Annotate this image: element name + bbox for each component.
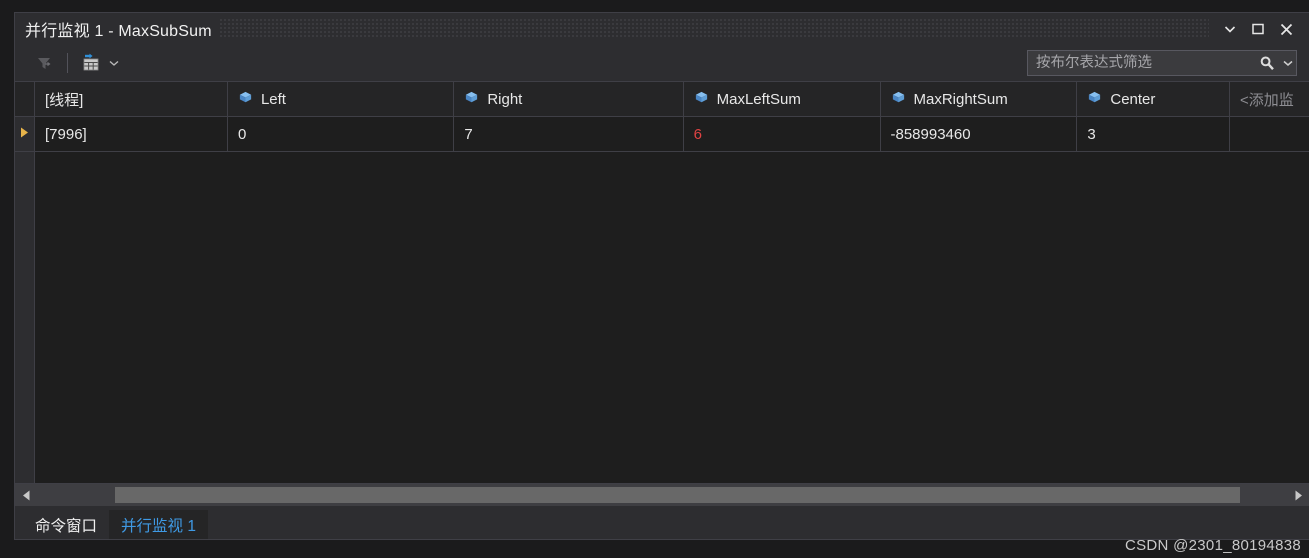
cell-thread[interactable]: [7996] [35,117,228,151]
header-gutter [15,82,35,116]
variable-cube-icon [464,90,479,109]
window-menu-dropdown-icon[interactable] [1217,17,1243,41]
column-header-add-watch[interactable]: <添加监 [1230,82,1309,116]
current-row-arrow-icon [20,125,29,143]
scrollbar-track[interactable] [37,484,1287,506]
toolbar [15,45,1309,81]
scroll-right-arrow-icon[interactable] [1287,484,1309,506]
column-header-right[interactable]: Right [454,82,684,116]
column-header-left[interactable]: Left [228,82,455,116]
window-controls [1217,17,1299,41]
column-header-label: [线程] [45,91,84,109]
scroll-left-arrow-icon[interactable] [15,484,37,506]
tab-label: 命令窗口 [35,517,98,535]
column-header-label: Center [1110,90,1156,108]
cell-maxrightsum[interactable]: -858993460 [881,117,1078,151]
export-options-chevron-down-icon[interactable] [106,50,122,76]
title-bar[interactable]: 并行监视 1 - MaxSubSum [15,13,1309,45]
variable-cube-icon [1087,90,1102,109]
screen: 并行监视 1 - MaxSubSum 按布尔表达式筛选 [线程] Left Ri… [0,0,1309,558]
grid-header-row: [线程] Left Right MaxLeftSum MaxRightSum C… [15,82,1309,117]
tab-label: 并行监视 1 [121,517,196,535]
maximize-icon[interactable] [1245,17,1271,41]
grid-scroll-region: [线程] Left Right MaxLeftSum MaxRightSum C… [15,82,1309,483]
search-icon[interactable] [1254,51,1280,75]
filter-search-box[interactable] [1027,50,1297,76]
grid-empty-area [15,152,1309,483]
variable-cube-icon [694,90,709,109]
tab-parallel-watch-1[interactable]: 并行监视 1 [109,510,208,539]
drag-handle-dots [219,19,1209,39]
search-input[interactable] [1028,51,1254,75]
cell-right[interactable]: 7 [454,117,684,151]
variable-cube-icon [891,90,906,109]
scrollbar-thumb[interactable] [115,487,1240,503]
cell-add-watch[interactable] [1230,117,1309,151]
column-header-label: <添加监 [1240,91,1294,109]
column-header-label: MaxRightSum [913,90,1008,108]
column-header-maxrightsum[interactable]: MaxRightSum [881,82,1078,116]
window-title: 并行监视 1 - MaxSubSum [25,23,212,40]
empty-gutter [15,152,35,483]
cell-center[interactable]: 3 [1077,117,1231,151]
cell-left[interactable]: 0 [228,117,455,151]
table-row[interactable]: [7996] 0 7 6 -858993460 3 [15,117,1309,152]
search-options-chevron-down-icon[interactable] [1280,51,1296,75]
column-header-label: Right [487,90,523,108]
close-icon[interactable] [1273,17,1299,41]
cell-maxleftsum[interactable]: 6 [684,117,881,151]
export-to-grid-button[interactable] [76,50,122,76]
tab-command-window[interactable]: 命令窗口 [23,510,110,539]
watch-grid: [线程] Left Right MaxLeftSum MaxRightSum C… [15,81,1309,506]
row-gutter [15,117,35,151]
horizontal-scrollbar[interactable] [15,483,1309,506]
column-header-maxleftsum[interactable]: MaxLeftSum [684,82,881,116]
empty-fill [35,152,1309,483]
column-header-center[interactable]: Center [1077,82,1231,116]
column-header-thread[interactable]: [线程] [35,82,228,116]
variable-cube-icon [238,90,253,109]
filter-funnel-icon[interactable] [29,50,59,76]
export-to-grid-icon[interactable] [76,50,106,76]
column-header-label: Left [260,90,286,108]
csdn-watermark: CSDN @2301_80194838 [1124,537,1301,554]
tab-strip: 命令窗口 并行监视 1 [15,506,1309,539]
parallel-watch-tool-window: 并行监视 1 - MaxSubSum 按布尔表达式筛选 [线程] Left Ri… [14,12,1309,540]
column-header-label: MaxLeftSum [716,90,801,108]
toolbar-separator [67,53,68,73]
